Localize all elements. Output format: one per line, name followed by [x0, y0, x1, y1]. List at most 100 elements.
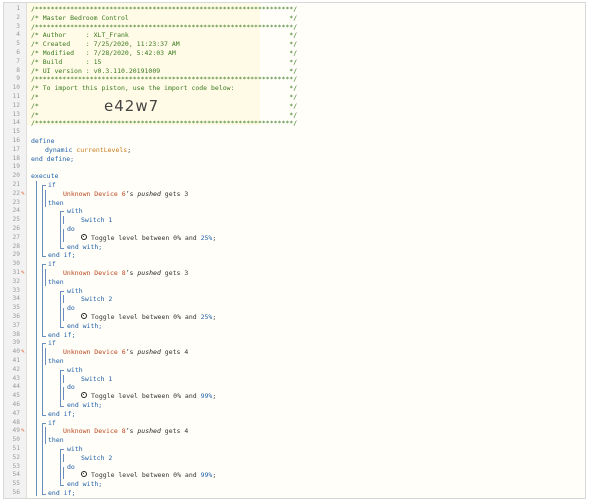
line-number-gutter: 1 2 3 4 5 6 7 8 9 10 11 12 13 14 15 16 17 18 19 20 21 22 23 24 2…	[4, 3, 27, 498]
line-number: 3	[16, 22, 20, 30]
edit-pencil-icon[interactable]: ✎	[21, 269, 25, 278]
line-number: 16	[12, 137, 20, 144]
code-line: execute	[31, 172, 58, 181]
code-line: /* */	[31, 102, 297, 111]
action-text[interactable]: Toggle level between 0% and	[91, 313, 197, 321]
do-keyword: do	[67, 462, 75, 471]
line-number: 15	[12, 128, 20, 136]
device-name[interactable]: Unknown Device 8	[63, 269, 126, 277]
if-keyword[interactable]: if	[48, 181, 56, 189]
level-value[interactable]: 99%	[201, 392, 213, 400]
line-number: 49	[12, 427, 20, 435]
level-value[interactable]: 25%	[201, 234, 213, 242]
tree-line	[60, 369, 64, 371]
switch-device-name[interactable]: Switch 1	[81, 216, 112, 224]
with-keyword[interactable]: with	[67, 366, 83, 374]
line-number: 25	[12, 216, 20, 224]
tree-line	[45, 427, 46, 445]
line-number: 57	[4, 498, 20, 499]
code-line: then	[48, 278, 64, 287]
gear-icon	[81, 471, 87, 478]
device-name[interactable]: Unknown Device 6	[63, 348, 126, 356]
tree-line	[45, 269, 46, 286]
end-define-keyword[interactable]: end define;	[31, 155, 74, 163]
device-name[interactable]: Unknown Device 8	[63, 427, 126, 435]
comparison-operator: gets	[164, 269, 181, 277]
do-keyword: do	[67, 225, 75, 233]
with-keyword[interactable]: with	[67, 445, 83, 453]
line-number: 6	[16, 49, 20, 56]
end-with-keyword: end with;	[67, 242, 103, 251]
line-number: 42	[12, 365, 20, 373]
code-line: end if;	[48, 410, 75, 419]
code-line: Toggle level between 0% and 99%;	[81, 471, 216, 480]
button-attribute: pushed	[137, 348, 161, 357]
line-number: 29	[12, 251, 20, 259]
if-keyword[interactable]: if	[48, 419, 56, 427]
code-line: end with;	[67, 243, 102, 252]
action-text[interactable]: Toggle level between 0% and	[91, 392, 197, 400]
tree-line	[60, 326, 64, 328]
line-number: 20	[12, 172, 20, 180]
code-line: /* Created : 7/25/2020, 11:23:37 AM */	[31, 40, 297, 49]
code-line: then	[48, 436, 64, 445]
define-keyword[interactable]: define	[31, 137, 54, 145]
action-text[interactable]: Toggle level between 0% and	[91, 234, 197, 242]
code-line: Toggle level between 0% and 25%;	[81, 233, 216, 243]
code-line: /* Build : 15 */	[31, 58, 297, 67]
end-if-keyword: end if;	[48, 330, 76, 339]
action-text[interactable]: Toggle level between 0% and	[91, 471, 197, 479]
code-line: Unknown Device 6’s pushed gets 3	[63, 189, 189, 198]
code-line: /* Master Bedroom Control */	[31, 14, 297, 23]
variable-name[interactable]: currentLevels	[76, 146, 127, 154]
line-number: 45	[12, 392, 20, 400]
level-value[interactable]: 25%	[201, 313, 213, 321]
device-name[interactable]: Unknown Device 6	[63, 190, 126, 198]
line-number: 39	[12, 339, 20, 347]
header-comment-line: /***************************************…	[31, 119, 298, 128]
execute-keyword[interactable]: execute	[31, 172, 58, 180]
line-number: 2	[16, 13, 20, 21]
with-keyword[interactable]: with	[67, 287, 83, 295]
tree-line	[42, 335, 46, 337]
code-line: /* To import this piston, use the import…	[31, 84, 297, 93]
code-line: /***************************************…	[31, 5, 297, 14]
edit-pencil-icon[interactable]: ✎	[21, 427, 25, 436]
code-line: Unknown Device 6’s pushed gets 4	[63, 348, 189, 357]
with-keyword[interactable]: with	[67, 207, 83, 215]
import-code[interactable]: e42w7	[104, 97, 159, 115]
then-keyword: then	[48, 357, 64, 365]
if-keyword[interactable]: if	[48, 339, 56, 347]
gear-icon	[81, 392, 87, 399]
edit-pencil-icon[interactable]: ✎	[21, 190, 25, 199]
tree-line	[60, 247, 64, 249]
tree-line	[63, 387, 64, 401]
line-number: 11	[12, 93, 20, 100]
if-keyword[interactable]: if	[48, 260, 56, 268]
edit-pencil-icon[interactable]: ✎	[21, 348, 25, 357]
tree-line	[60, 369, 61, 406]
semicolon: ;	[212, 471, 217, 480]
header-comment-line: /* UI version : v0.3.110.20191009 */	[31, 66, 298, 75]
switch-device-name[interactable]: Switch 2	[81, 454, 112, 462]
code-line: /* Modified : 7/28/2020, 5:42:03 AM */	[31, 49, 297, 58]
line-number: 44	[12, 383, 20, 391]
line-number: 26	[12, 225, 20, 232]
switch-device-name[interactable]: Switch 2	[81, 295, 112, 303]
tree-line	[60, 211, 64, 213]
line-number: 30	[12, 260, 20, 268]
switch-device-name[interactable]: Switch 1	[81, 375, 112, 383]
line-number: 40	[12, 348, 20, 356]
button-value: 4	[184, 348, 189, 357]
line-number: 19	[12, 163, 20, 171]
tree-line	[63, 216, 64, 225]
code-line: with	[67, 207, 83, 216]
end-execute-keyword[interactable]: end execute;	[31, 498, 78, 499]
tree-line	[42, 264, 46, 266]
code-line: Unknown Device 8’s pushed gets 4	[63, 427, 189, 436]
level-value[interactable]: 99%	[201, 471, 213, 479]
tree-line	[36, 181, 37, 496]
button-value: 3	[184, 269, 189, 277]
code-line: /***************************************…	[31, 23, 297, 32]
tree-line	[60, 290, 64, 292]
